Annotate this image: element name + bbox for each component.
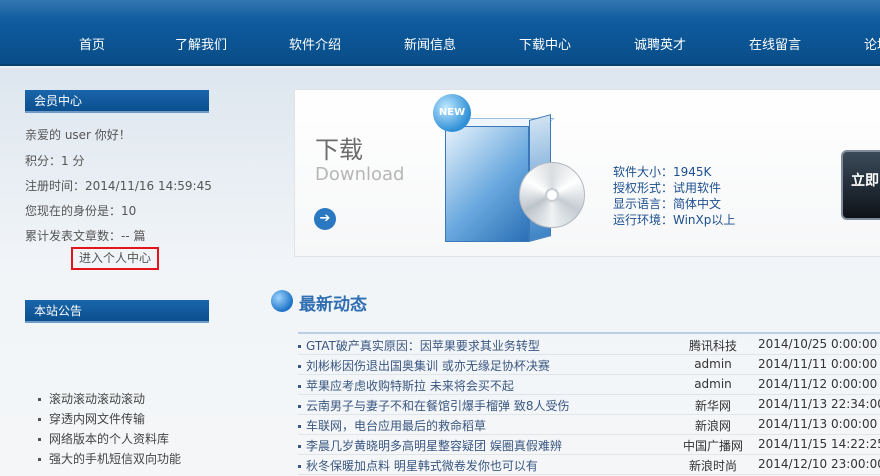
arrow-right-icon[interactable]: ➔ — [314, 208, 336, 230]
bullet-icon — [298, 385, 301, 388]
news-row-source: 腾讯科技 — [688, 339, 737, 353]
download-banner[interactable]: 下载 Download ➔ NEW 软件大小：1945K 授权形式：试用软件 显… — [294, 89, 880, 257]
notice-item[interactable]: 穿透内网文件传输 — [38, 410, 181, 430]
bullet-icon — [38, 438, 41, 441]
nav-home[interactable]: 首页 — [79, 34, 105, 53]
notice-item[interactable]: 网络版本的个人资料库 — [38, 430, 181, 450]
news-row[interactable]: 车联网，电台应用最后的救命稻草 新浪网 2014/11/13 0:00:00 — [298, 415, 880, 435]
new-badge-icon: NEW — [433, 94, 471, 132]
bullet-icon — [298, 405, 301, 408]
bullet-icon — [298, 365, 301, 368]
member-articles: 累计发表文章数：-- 篇 — [25, 229, 146, 243]
member-greeting: 亲爱的 user 你好！ — [25, 128, 131, 142]
news-row-title[interactable]: 刘彬彬因伤退出国奥集训 或亦无缘足协杯决赛 — [298, 357, 550, 374]
news-row[interactable]: 苹果应考虑收购特斯拉 未来将会买不起 admin 2014/11/12 0:00:0… — [298, 375, 880, 395]
news-list: GTAT破产真实原因：因苹果要求其业务转型 腾讯科技 2014/10/25 0:00… — [298, 335, 880, 475]
news-row-source: admin — [694, 357, 732, 371]
news-row-date: 2014/11/13 0:00:00 — [758, 417, 878, 431]
download-now-label: 立即 — [851, 173, 879, 189]
news-row-date: 2014/12/10 23:00:00 — [758, 457, 880, 471]
globe-icon — [271, 290, 293, 312]
notice-item[interactable]: 强大的手机短信双向功能 — [38, 450, 181, 470]
news-row[interactable]: 云南男子与妻子不和在餐馆引爆手榴弹 致8人受伤 新华网 2014/11/13 22:… — [298, 395, 880, 415]
top-navigation: 首页 了解我们 软件介绍 新闻信息 下载中心 诚聘英才 在线留言 论坛 — [0, 0, 880, 66]
nav-software[interactable]: 软件介绍 — [289, 34, 341, 53]
laptop-image[interactable]: 立即 — [841, 150, 880, 220]
news-row-source: 新浪网 — [694, 419, 731, 433]
news-row[interactable]: 秋冬保暖加点料 明星韩式微卷发你也可以有 新浪时尚 2014/12/10 23:00… — [298, 455, 880, 475]
download-title-cn: 下载 — [315, 136, 363, 164]
news-row-date: 2014/11/12 0:00:00 — [758, 377, 878, 391]
bullet-icon — [38, 398, 41, 401]
nav-message[interactable]: 在线留言 — [749, 34, 801, 53]
news-row-date: 2014/10/25 0:00:00 — [758, 337, 878, 351]
news-title: 最新动态 — [299, 295, 367, 315]
software-info: 软件大小：1945K 授权形式：试用软件 显示语言：简体中文 运行环境：WinX… — [613, 164, 735, 228]
box-front — [445, 126, 529, 242]
news-row-date: 2014/11/13 22:34:00 — [758, 397, 880, 411]
software-language: 显示语言：简体中文 — [613, 197, 722, 211]
news-row-source: 新浪时尚 — [688, 459, 737, 473]
notice-item[interactable]: 滚动滚动滚动滚动 — [38, 390, 181, 410]
news-row[interactable]: 刘彬彬因伤退出国奥集训 或亦无缘足协杯决赛 admin 2014/11/11 0:0… — [298, 355, 880, 375]
download-title-en: Download — [315, 164, 405, 185]
member-reg-time: 注册时间：2014/11/16 14:59:45 — [25, 179, 212, 193]
software-environment: 运行环境：WinXp以上 — [613, 213, 736, 227]
news-row-title[interactable]: 苹果应考虑收购特斯拉 未来将会买不起 — [298, 377, 514, 394]
bullet-icon — [298, 445, 301, 448]
news-row-title[interactable]: 车联网，电台应用最后的救命稻草 — [298, 417, 486, 434]
news-row-source: admin — [694, 377, 732, 391]
nav-shine — [0, 0, 880, 18]
nav-jobs[interactable]: 诚聘英才 — [634, 34, 686, 53]
nav-news[interactable]: 新闻信息 — [404, 34, 456, 53]
bullet-icon — [298, 345, 301, 348]
member-identity: 您现在的身份是：10 — [25, 204, 137, 218]
bullet-icon — [38, 418, 41, 421]
nav-download[interactable]: 下载中心 — [519, 34, 571, 53]
news-row-source: 中国广播网 — [682, 439, 743, 453]
software-size: 软件大小：1945K — [613, 165, 712, 179]
notice-list: 滚动滚动滚动滚动 穿透内网文件传输 网络版本的个人资料库 强大的手机短信双向功能 — [38, 390, 181, 470]
news-row-title[interactable]: 云南男子与妻子不和在餐馆引爆手榴弹 致8人受伤 — [298, 397, 569, 414]
news-divider — [298, 332, 880, 334]
member-center-title: 会员中心 — [25, 90, 209, 113]
notice-title: 本站公告 — [25, 300, 209, 323]
news-row[interactable]: 李晨几岁黄晓明多高明星整容疑团 娱圈真假难辨 中国广播网 2014/11/15 14… — [298, 435, 880, 455]
news-row-source: 新华网 — [694, 399, 731, 413]
bullet-icon — [298, 465, 301, 468]
news-row-title[interactable]: GTAT破产真实原因：因苹果要求其业务转型 — [298, 337, 540, 354]
news-row[interactable]: GTAT破产真实原因：因苹果要求其业务转型 腾讯科技 2014/10/25 0:00… — [298, 335, 880, 355]
news-row-title[interactable]: 秋冬保暖加点料 明星韩式微卷发你也可以有 — [298, 457, 538, 474]
cd-hole — [545, 188, 559, 202]
nav-forum[interactable]: 论坛 — [864, 34, 880, 53]
member-points: 积分：1 分 — [25, 154, 85, 168]
nav-about[interactable]: 了解我们 — [175, 34, 227, 53]
news-row-title[interactable]: 李晨几岁黄晓明多高明星整容疑团 娱圈真假难辨 — [298, 437, 562, 454]
cd-disc-icon — [519, 162, 585, 228]
bullet-icon — [298, 425, 301, 428]
personal-center-link[interactable]: 进入个人中心 — [71, 247, 159, 270]
news-row-date: 2014/11/15 14:22:25 — [758, 437, 880, 451]
news-row-date: 2014/11/11 0:00:00 — [758, 357, 878, 371]
software-license: 授权形式：试用软件 — [613, 181, 722, 195]
bullet-icon — [38, 458, 41, 461]
